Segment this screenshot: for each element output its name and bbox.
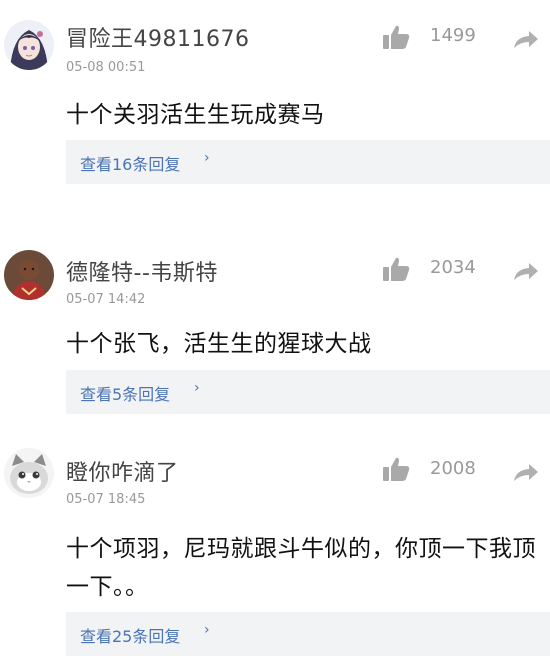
comment-text: 十个张飞，活生生的猩球大战 — [66, 331, 372, 357]
view-replies-button[interactable]: 查看5条回复 › — [66, 370, 550, 414]
user-avatar[interactable] — [4, 250, 54, 300]
timestamp: 05-07 14:42 — [66, 292, 146, 307]
basketball-player-avatar-icon — [4, 250, 54, 300]
share-arrow-icon[interactable] — [512, 461, 540, 483]
chevron-right-icon: › — [204, 622, 210, 638]
view-replies-label: 查看25条回复 — [80, 627, 181, 646]
username[interactable]: 德隆特--韦斯特 — [66, 255, 218, 287]
like-count: 2034 — [430, 257, 476, 278]
view-replies-button[interactable]: 查看25条回复 › — [66, 612, 550, 656]
comment-item: 瞪你咋滴了 05-07 18:45 2008 十个项羽，尼玛就跟斗牛似的，你顶一… — [0, 0, 550, 656]
user-avatar[interactable] — [4, 448, 54, 498]
comment-text: 十个项羽，尼玛就跟斗牛似的，你顶一下我顶一下。。 — [66, 536, 536, 600]
thumbs-up-icon[interactable] — [382, 256, 410, 282]
chevron-right-icon: › — [194, 380, 200, 396]
thumbs-up-icon[interactable] — [382, 456, 410, 482]
cat-avatar-icon — [4, 448, 54, 498]
view-replies-label: 查看5条回复 — [80, 385, 171, 404]
username[interactable]: 瞪你咋滴了 — [66, 455, 179, 487]
share-arrow-icon[interactable] — [512, 260, 540, 282]
like-count: 2008 — [430, 458, 476, 479]
timestamp: 05-07 18:45 — [66, 492, 146, 507]
